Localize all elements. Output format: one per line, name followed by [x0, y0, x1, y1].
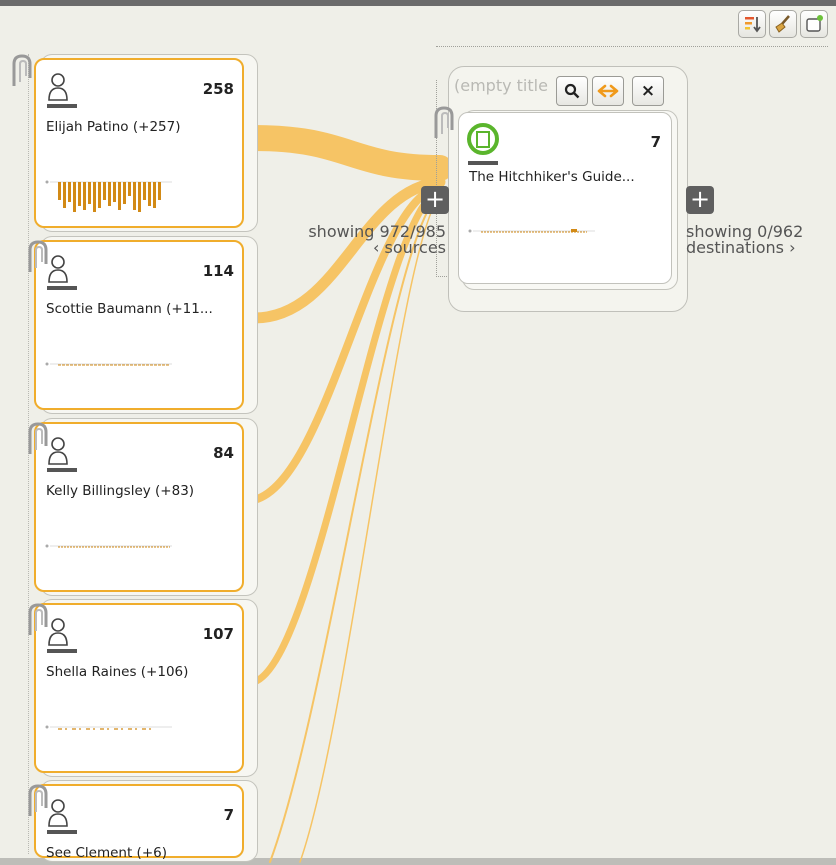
item-count: 258 [202, 80, 234, 98]
sources-link[interactable]: ‹ sources [294, 240, 446, 256]
add-source-button[interactable]: + [421, 186, 449, 214]
item-count: 114 [202, 262, 234, 280]
paperclip-icon [28, 784, 48, 816]
paperclip-icon [434, 106, 454, 138]
flow-line [269, 193, 441, 863]
paperclip-icon [12, 54, 32, 86]
source-card[interactable]: 258 Elijah Patino (+257) [34, 58, 244, 228]
broom-icon[interactable] [769, 10, 797, 38]
close-icon: × [640, 81, 656, 101]
source-name: Shella Raines (+106) [46, 664, 189, 680]
add-destination-button[interactable]: + [686, 186, 714, 214]
activity-histogram [45, 362, 172, 366]
top-toolbar [738, 10, 828, 38]
expand-icon [597, 84, 619, 98]
item-count: 84 [213, 444, 234, 462]
item-count: 7 [223, 806, 234, 824]
source-name: See Clement (+6) [46, 845, 167, 861]
close-button[interactable]: × [632, 76, 664, 106]
destinations-link[interactable]: destinations › [686, 240, 803, 256]
activity-histogram [45, 725, 172, 730]
new-note-icon[interactable] [800, 10, 828, 38]
source-card[interactable]: 84 Kelly Billingsley (+83) [34, 422, 244, 592]
activity-histogram [468, 229, 595, 233]
target-card[interactable]: 7 The Hitchhiker's Guide... [458, 112, 672, 284]
item-count: 7 [650, 133, 661, 151]
flow-line [241, 125, 453, 181]
sources-status: showing 972/985 ‹ sources [294, 224, 446, 256]
paperclip-icon [28, 422, 48, 454]
paperclip-icon [28, 240, 48, 272]
target-name: The Hitchhiker's Guide... [469, 169, 635, 185]
paperclip-icon [28, 603, 48, 635]
source-card[interactable]: 114 Scottie Baumann (+11... [34, 240, 244, 410]
group-title[interactable]: (empty title [454, 76, 548, 95]
search-button[interactable] [556, 76, 588, 106]
source-card[interactable]: 107 Shella Raines (+106) [34, 603, 244, 773]
source-name: Elijah Patino (+257) [46, 119, 181, 135]
search-icon [564, 83, 580, 99]
item-count: 107 [202, 625, 234, 643]
activity-histogram [45, 544, 172, 548]
source-name: Scottie Baumann (+11... [46, 301, 213, 317]
expand-button[interactable] [592, 76, 624, 106]
drop-zone-border [436, 46, 828, 47]
destinations-status: showing 0/962 destinations › [686, 224, 803, 256]
source-name: Kelly Billingsley (+83) [46, 483, 195, 499]
person-icon [47, 73, 77, 108]
activity-histogram [45, 180, 172, 212]
sort-icon[interactable] [738, 10, 766, 38]
source-card[interactable]: 7 See Clement (+6) [34, 784, 244, 861]
book-icon [467, 123, 499, 165]
